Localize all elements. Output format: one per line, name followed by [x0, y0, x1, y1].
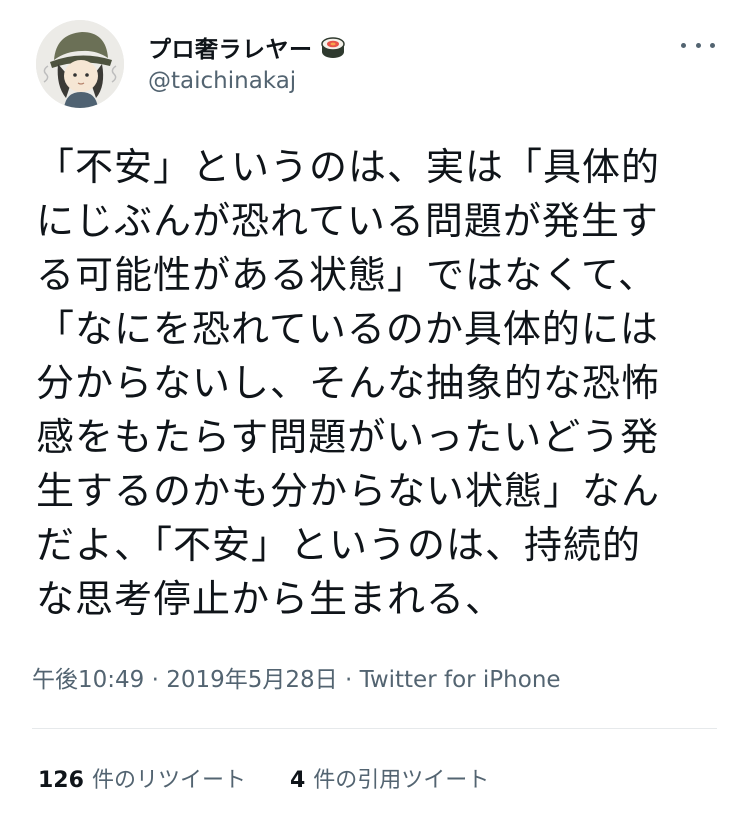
- sushi-emoji-icon: [320, 37, 345, 58]
- divider: [32, 728, 717, 729]
- tweet-text-line: 感をもたらす問題がいったいどう発: [36, 415, 660, 459]
- quotes-label: 件の引用ツイート: [313, 768, 490, 793]
- quotes-count: 4: [289, 768, 306, 793]
- more-dot-icon: [710, 42, 715, 48]
- tweet-text-line: にじぶんが恐れている問題が発生す: [36, 199, 659, 243]
- more-dot-icon: [681, 42, 686, 48]
- retweets-label: 件のリツイート: [91, 768, 246, 793]
- user-handle[interactable]: @taichinakaj: [148, 68, 296, 94]
- tweet-text-line: 分からないし、そんな抽象的な恐怖: [36, 361, 661, 405]
- tweet-text-line: な思考停止から生まれる、: [36, 577, 505, 621]
- tweet-text-line: 生するのかも分からない状態」なん: [36, 469, 661, 513]
- tweet-text-line: だよ、「不安」というのは、持続的: [36, 523, 642, 567]
- tweet-text: 「不安」というのは、実は「具体的 にじぶんが恐れている問題が発生す る可能性があ…: [36, 140, 726, 626]
- tweet-detail: プロ奢ラレヤー @taichinakaj 「不安」というのは、実は「具体的 にじ…: [0, 0, 749, 823]
- quote-tweets-stat[interactable]: 4 件の引用ツイート: [290, 762, 489, 794]
- tweet-text-line: る可能性がある状態」ではなくて、: [36, 253, 657, 297]
- display-name[interactable]: プロ奢ラレヤー: [148, 30, 347, 64]
- display-name-text: プロ奢ラレヤー: [148, 37, 313, 63]
- more-options-button[interactable]: [681, 34, 715, 56]
- retweets-stat[interactable]: 126 件のリツイート: [38, 762, 246, 794]
- tweet-text-line: 「不安」というのは、実は「具体的: [36, 145, 661, 189]
- tweet-text-line: 「なにを恐れているのか具体的には: [36, 307, 659, 351]
- retweets-count: 126: [38, 768, 84, 793]
- tweet-stats: 126 件のリツイート 4 件の引用ツイート: [38, 762, 489, 794]
- avatar-illustration-icon: [36, 20, 124, 108]
- more-dot-icon: [695, 42, 701, 48]
- tweet-timestamp[interactable]: 午後10:49 · 2019年5月28日 · Twitter for iPhon…: [32, 660, 561, 694]
- avatar[interactable]: [36, 20, 124, 108]
